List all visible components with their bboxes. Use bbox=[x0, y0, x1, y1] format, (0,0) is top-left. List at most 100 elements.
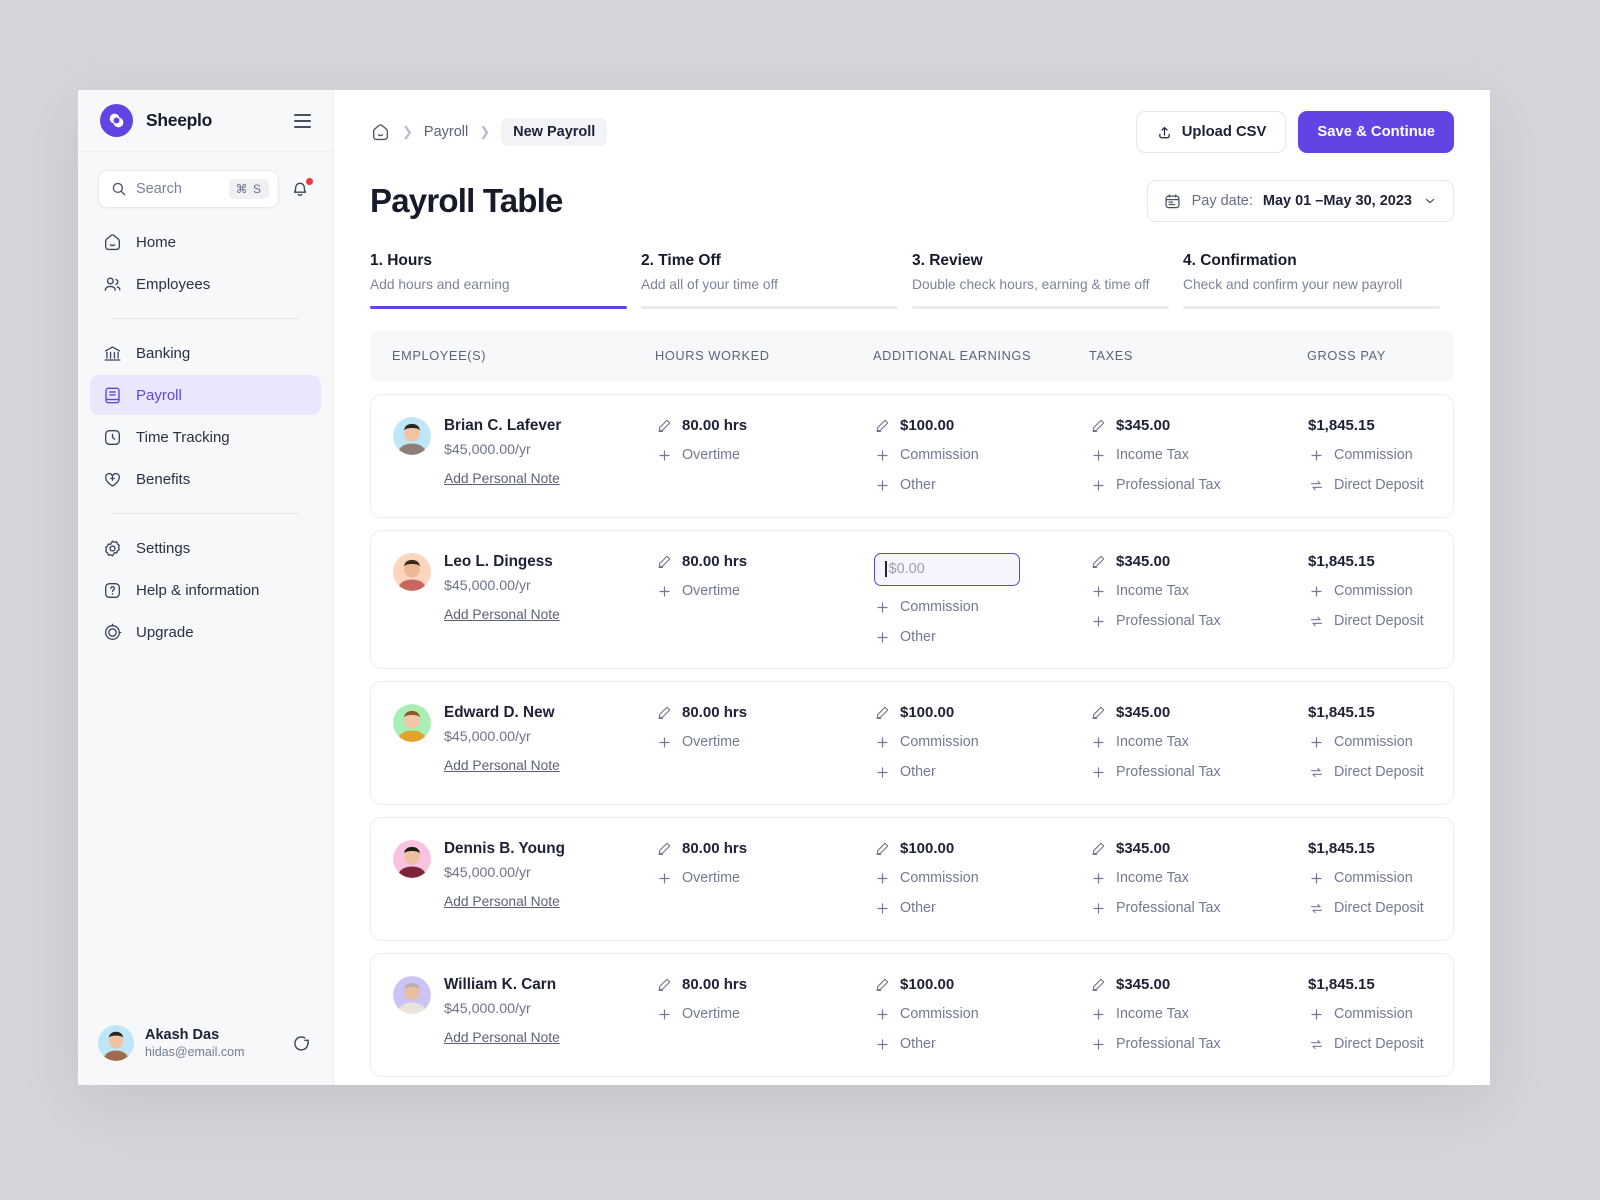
upload-csv-button[interactable]: Upload CSV bbox=[1135, 111, 1287, 153]
add-personal-note-link[interactable]: Add Personal Note bbox=[444, 758, 560, 773]
add-overtime-button[interactable]: Overtime bbox=[656, 583, 874, 600]
sidebar-item-settings[interactable]: Settings bbox=[90, 528, 321, 568]
add-personal-note-link[interactable]: Add Personal Note bbox=[444, 894, 560, 909]
add-personal-note-link[interactable]: Add Personal Note bbox=[444, 607, 560, 622]
taxes-value-row[interactable]: $345.00 bbox=[1090, 976, 1308, 993]
employee-cell: Dennis B. Young $45,000.00/yr Add Person… bbox=[371, 839, 656, 918]
add-income-tax-button[interactable]: Income Tax bbox=[1090, 734, 1308, 751]
add-commission-button[interactable]: Commission bbox=[874, 870, 1090, 887]
avatar bbox=[393, 975, 431, 1014]
hours-value-row[interactable]: 80.00 hrs bbox=[656, 840, 874, 857]
step-tab-confirmation[interactable]: 4. Confirmation Check and confirm your n… bbox=[1183, 252, 1454, 309]
gross-commission-button[interactable]: Commission bbox=[1308, 734, 1453, 751]
add-other-button[interactable]: Other bbox=[874, 477, 1090, 494]
add-professional-tax-button[interactable]: Professional Tax bbox=[1090, 1036, 1308, 1053]
hours-value-row[interactable]: 80.00 hrs bbox=[656, 553, 874, 570]
menu-toggle-icon[interactable] bbox=[294, 113, 311, 128]
add-other-button[interactable]: Other bbox=[874, 1036, 1090, 1053]
earnings-value-row[interactable]: $100.00 bbox=[874, 976, 1090, 993]
gross-pay-value: $1,845.15 bbox=[1308, 703, 1375, 721]
breadcrumb: ❯ Payroll ❯ New Payroll bbox=[370, 118, 1124, 146]
add-overtime-button[interactable]: Overtime bbox=[656, 447, 874, 464]
direct-deposit-button[interactable]: Direct Deposit bbox=[1308, 613, 1453, 630]
earnings-value-row[interactable]: $100.00 bbox=[874, 840, 1090, 857]
direct-deposit-button[interactable]: Direct Deposit bbox=[1308, 900, 1453, 917]
add-professional-tax-button[interactable]: Professional Tax bbox=[1090, 764, 1308, 781]
earnings-value-row[interactable]: $0.00 bbox=[874, 552, 1090, 586]
pay-date-selector[interactable]: Pay date: May 01 –May 30, 2023 bbox=[1146, 180, 1454, 222]
search-input[interactable]: Search ⌘ S bbox=[98, 170, 279, 208]
add-professional-tax-button[interactable]: Professional Tax bbox=[1090, 613, 1308, 630]
notifications-button[interactable] bbox=[289, 177, 314, 201]
add-overtime-button[interactable]: Overtime bbox=[656, 1006, 874, 1023]
plus-icon bbox=[1090, 583, 1107, 600]
overtime-label: Overtime bbox=[682, 1006, 740, 1022]
taxes-value-row[interactable]: $345.00 bbox=[1090, 417, 1308, 434]
sidebar-item-benefits[interactable]: Benefits bbox=[90, 459, 321, 499]
breadcrumb-parent[interactable]: Payroll bbox=[424, 124, 468, 140]
add-overtime-button[interactable]: Overtime bbox=[656, 870, 874, 887]
plus-icon bbox=[1308, 1006, 1325, 1023]
hours-value-row[interactable]: 80.00 hrs bbox=[656, 417, 874, 434]
employee-block: Dennis B. Young $45,000.00/yr Add Person… bbox=[393, 839, 656, 911]
overtime-label: Overtime bbox=[682, 447, 740, 463]
add-professional-tax-button[interactable]: Professional Tax bbox=[1090, 900, 1308, 917]
earnings-value-row[interactable]: $100.00 bbox=[874, 417, 1090, 434]
edit-pencil-icon bbox=[656, 840, 673, 857]
step-tab-hours[interactable]: 1. Hours Add hours and earning bbox=[370, 252, 641, 309]
gross-commission-button[interactable]: Commission bbox=[1308, 1006, 1453, 1023]
hours-value-row[interactable]: 80.00 hrs bbox=[656, 976, 874, 993]
add-income-tax-button[interactable]: Income Tax bbox=[1090, 583, 1308, 600]
sidebar-item-payroll[interactable]: Payroll bbox=[90, 375, 321, 415]
add-other-button[interactable]: Other bbox=[874, 900, 1090, 917]
add-other-button[interactable]: Other bbox=[874, 764, 1090, 781]
plus-icon bbox=[656, 583, 673, 600]
hours-value-row[interactable]: 80.00 hrs bbox=[656, 704, 874, 721]
direct-deposit-button[interactable]: Direct Deposit bbox=[1308, 764, 1453, 781]
direct-deposit-button[interactable]: Direct Deposit bbox=[1308, 1036, 1453, 1053]
step-tab-review[interactable]: 3. Review Double check hours, earning & … bbox=[912, 252, 1183, 309]
add-overtime-button[interactable]: Overtime bbox=[656, 734, 874, 751]
column-header-taxes: TAXES bbox=[1089, 348, 1134, 363]
add-other-button[interactable]: Other bbox=[874, 629, 1090, 646]
employee-cell: Edward D. New $45,000.00/yr Add Personal… bbox=[371, 703, 656, 782]
taxes-value-row[interactable]: $345.00 bbox=[1090, 840, 1308, 857]
add-income-tax-button[interactable]: Income Tax bbox=[1090, 1006, 1308, 1023]
taxes-value-row[interactable]: $345.00 bbox=[1090, 553, 1308, 570]
plus-icon bbox=[1308, 734, 1325, 751]
add-commission-button[interactable]: Commission bbox=[874, 599, 1090, 616]
add-personal-note-link[interactable]: Add Personal Note bbox=[444, 1030, 560, 1045]
earnings-value-row[interactable]: $100.00 bbox=[874, 704, 1090, 721]
logout-button[interactable] bbox=[292, 1033, 313, 1054]
direct-deposit-label: Direct Deposit bbox=[1334, 613, 1424, 629]
sidebar-item-home[interactable]: Home bbox=[90, 222, 321, 262]
add-income-tax-button[interactable]: Income Tax bbox=[1090, 870, 1308, 887]
add-commission-button[interactable]: Commission bbox=[874, 734, 1090, 751]
sidebar-item-help[interactable]: Help & information bbox=[90, 570, 321, 610]
gross-commission-button[interactable]: Commission bbox=[1308, 447, 1453, 464]
sidebar-item-banking[interactable]: Banking bbox=[90, 333, 321, 373]
add-commission-button[interactable]: Commission bbox=[874, 447, 1090, 464]
plus-icon bbox=[1090, 613, 1107, 630]
edit-pencil-icon bbox=[1090, 976, 1107, 993]
breadcrumb-current: New Payroll bbox=[501, 118, 608, 146]
add-income-tax-button[interactable]: Income Tax bbox=[1090, 447, 1308, 464]
save-continue-button[interactable]: Save & Continue bbox=[1298, 111, 1454, 153]
plus-icon bbox=[656, 870, 673, 887]
breadcrumb-home-button[interactable] bbox=[370, 122, 391, 143]
gross-commission-button[interactable]: Commission bbox=[1308, 870, 1453, 887]
add-professional-tax-button[interactable]: Professional Tax bbox=[1090, 477, 1308, 494]
edit-pencil-icon bbox=[1090, 840, 1107, 857]
taxes-value-row[interactable]: $345.00 bbox=[1090, 704, 1308, 721]
add-commission-button[interactable]: Commission bbox=[874, 1006, 1090, 1023]
earnings-input[interactable]: $0.00 bbox=[874, 552, 1020, 586]
direct-deposit-button[interactable]: Direct Deposit bbox=[1308, 477, 1453, 494]
gross-commission-button[interactable]: Commission bbox=[1308, 583, 1453, 600]
step-tab-time-off[interactable]: 2. Time Off Add all of your time off bbox=[641, 252, 912, 309]
plus-icon bbox=[874, 447, 891, 464]
sidebar-item-employees[interactable]: Employees bbox=[90, 264, 321, 304]
employee-block: Edward D. New $45,000.00/yr Add Personal… bbox=[393, 703, 656, 775]
sidebar-item-upgrade[interactable]: Upgrade bbox=[90, 612, 321, 652]
add-personal-note-link[interactable]: Add Personal Note bbox=[444, 471, 560, 486]
sidebar-item-time-tracking[interactable]: Time Tracking bbox=[90, 417, 321, 457]
